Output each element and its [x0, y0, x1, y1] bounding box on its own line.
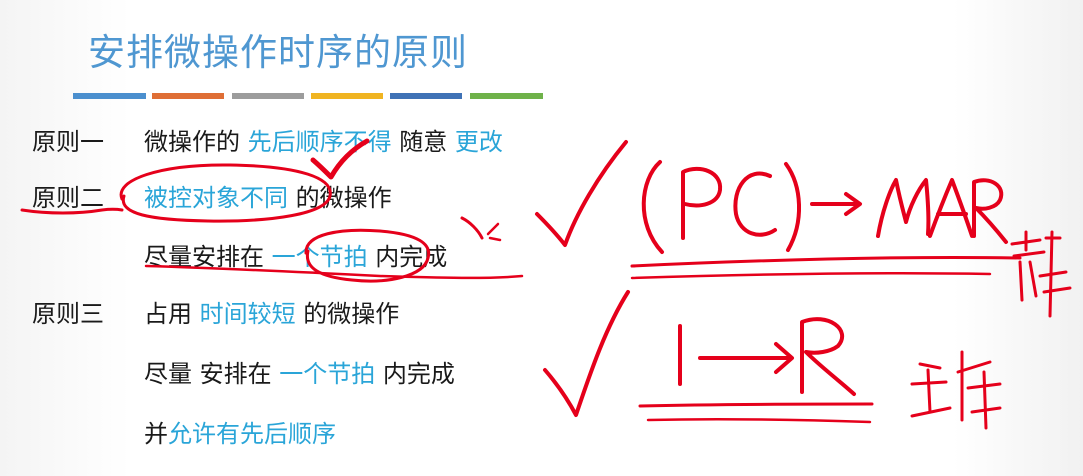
ellipse-controlled-objects	[119, 163, 332, 223]
handwriting-layer	[20, 138, 1072, 430]
handwriting-letter-p	[681, 166, 723, 240]
underline-1-r	[638, 402, 874, 408]
handwriting-note-main-memory	[910, 350, 1002, 430]
underline-pc-mar	[630, 255, 1022, 268]
handwriting-letter-r-2	[800, 317, 856, 396]
handwriting-pc-paren-open	[641, 160, 664, 254]
handwriting-letter-c	[733, 171, 777, 237]
underline-pc-mar-2	[630, 271, 992, 280]
handwriting-pc-paren-close	[784, 162, 801, 252]
handwriting-note-register	[1010, 230, 1072, 318]
checkmark-large-1	[535, 140, 628, 247]
checkmark-large-2	[543, 290, 630, 417]
underline-1-r-2	[646, 417, 872, 424]
pen-mark	[486, 222, 502, 242]
underline-principle-2	[20, 207, 124, 215]
handwriting-letter-a	[928, 178, 974, 238]
pen-mark	[460, 216, 484, 240]
slide: 安排微操作时序的原则 原则一 微操作的 先后顺序不得 随意 更改 原则二 被控对象不…	[0, 0, 1083, 476]
handwriting-arrow-1	[810, 192, 862, 216]
handwriting-letter-r	[972, 178, 1008, 244]
handwriting-letter-m	[876, 178, 931, 238]
checkmark-small	[310, 138, 370, 180]
handwriting-arrow-2	[698, 342, 794, 374]
